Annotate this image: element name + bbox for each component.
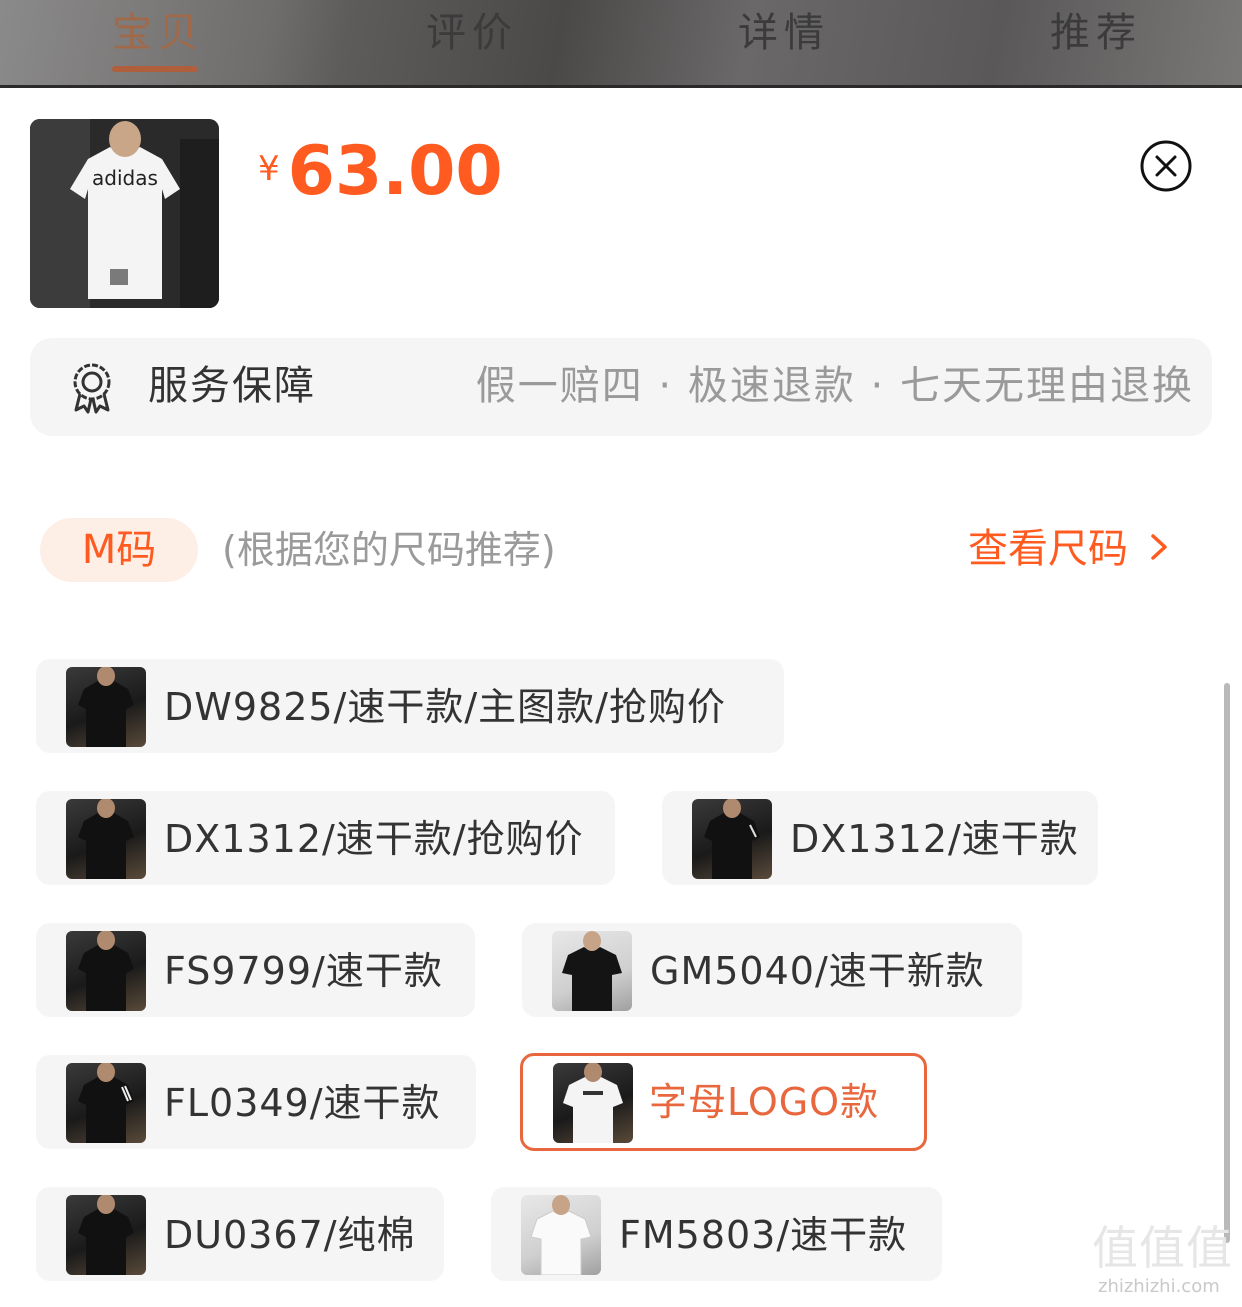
variant-option[interactable]: DX1312/速干款/抢购价 (36, 791, 615, 885)
variant-option[interactable]: DU0367/纯棉 (36, 1187, 444, 1281)
watermark: 值值值 zhizhizhi.com (1092, 1222, 1238, 1304)
currency-symbol: ¥ (258, 149, 280, 189)
variant-thumbnail (692, 799, 772, 879)
service-guarantee-bar[interactable]: 服务保障 假一赔四 · 极速退款 · 七天无理由退换 (30, 338, 1212, 436)
size-recommendation-hint: (根据您的尺码推荐) (222, 528, 556, 572)
variant-option[interactable]: FM5803/速干款 (491, 1187, 942, 1281)
variant-label: DX1312/速干款 (790, 817, 1079, 861)
adidas-logo-text: adidas (92, 166, 158, 190)
active-tab-indicator (112, 66, 198, 72)
top-nav-bar: 宝贝 评价 详情 推荐 (0, 0, 1242, 88)
variant-thumbnail (552, 931, 632, 1011)
tab-item[interactable]: 宝贝 (112, 8, 204, 58)
chevron-right-icon (1150, 522, 1168, 576)
service-label: 服务保障 (148, 363, 316, 409)
watermark-url: zhizhizhi.com (1098, 1276, 1220, 1297)
variant-label: FS9799/速干款 (164, 949, 443, 993)
variant-label: DU0367/纯棉 (164, 1213, 416, 1257)
selected-size-pill[interactable]: M码 (40, 518, 198, 582)
close-icon (1140, 140, 1192, 192)
price-display: ¥63.00 (258, 132, 503, 211)
variant-label: 字母LOGO款 (649, 1080, 880, 1124)
service-description: 假一赔四 · 极速退款 · 七天无理由退换 (475, 363, 1194, 409)
variant-label: FM5803/速干款 (619, 1213, 908, 1257)
tab-recommend[interactable]: 推荐 (1050, 8, 1142, 58)
variant-label: FL0349/速干款 (164, 1081, 441, 1125)
variant-option[interactable]: FS9799/速干款 (36, 923, 475, 1017)
variant-label: DX1312/速干款/抢购价 (164, 817, 584, 861)
tab-details[interactable]: 详情 (738, 8, 830, 58)
product-thumbnail: adidas (30, 119, 219, 308)
variant-thumbnail (66, 931, 146, 1011)
variant-option[interactable]: DX1312/速干款 (662, 791, 1098, 885)
size-chart-link-label: 查看尺码 (968, 526, 1128, 572)
variant-option[interactable]: DW9825/速干款/主图款/抢购价 (36, 659, 784, 753)
variant-thumbnail (521, 1195, 601, 1275)
variant-label: DW9825/速干款/主图款/抢购价 (164, 685, 726, 729)
tab-reviews[interactable]: 评价 (426, 8, 518, 58)
variant-option[interactable]: FL0349/速干款 (36, 1055, 476, 1149)
award-badge-icon (68, 362, 116, 414)
variant-thumbnail (66, 1195, 146, 1275)
variant-option-selected[interactable]: 字母LOGO款 (520, 1053, 927, 1151)
price-amount: 63.00 (287, 132, 503, 211)
close-button[interactable] (1140, 140, 1192, 192)
variant-thumbnail (66, 1063, 146, 1143)
variant-thumbnail (66, 799, 146, 879)
scrollbar[interactable] (1224, 683, 1230, 1243)
variant-option[interactable]: GM5040/速干新款 (522, 923, 1022, 1017)
variant-label: GM5040/速干新款 (650, 949, 985, 993)
variant-thumbnail (553, 1063, 633, 1143)
watermark-brand: 值值值 (1092, 1221, 1233, 1275)
size-chart-link[interactable]: 查看尺码 (968, 522, 1168, 576)
variant-thumbnail (66, 667, 146, 747)
